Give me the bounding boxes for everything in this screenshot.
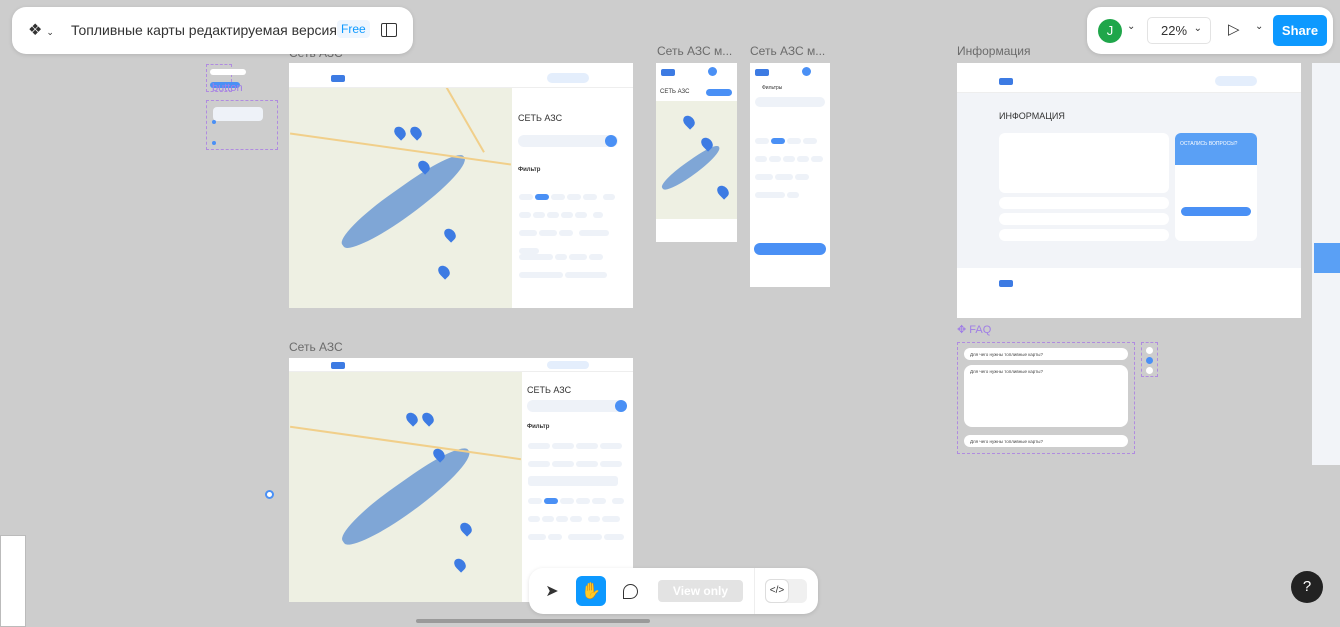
- chevron-down-icon[interactable]: ⌄: [1255, 21, 1263, 32]
- faq-label: FAQ: [969, 324, 992, 336]
- view-only-button: View only: [658, 580, 743, 602]
- frame-desktop-2[interactable]: СЕТЬ АЗС Фильтр: [289, 358, 633, 602]
- page-heading: СЕТЬ АЗС: [527, 385, 572, 395]
- share-toolbar: J ⌄ 22% ⌄ ▷ ⌄ Share: [1087, 7, 1333, 54]
- faq-item-expanded[interactable]: Для чего нужны топливные карты?: [964, 365, 1128, 427]
- user-avatar[interactable]: J: [1098, 19, 1122, 43]
- move-tool-cursor-icon[interactable]: ➤: [537, 576, 567, 606]
- component-button-label: button: [212, 82, 243, 94]
- page-heading: СЕТЬ АЗС: [660, 89, 690, 95]
- frame-mobile-2[interactable]: Фильтры: [750, 63, 830, 287]
- help-button[interactable]: ?: [1291, 571, 1323, 603]
- file-title[interactable]: Топливные карты редактируемая версия: [71, 22, 337, 38]
- zoom-value: 22%: [1161, 23, 1188, 38]
- filter-title: Фильтр: [518, 167, 541, 173]
- frame-partial[interactable]: [1312, 63, 1340, 465]
- frame-mobile-1[interactable]: СЕТЬ АЗС: [656, 63, 737, 242]
- dev-mode-toggle[interactable]: </>: [765, 579, 807, 603]
- comment-pin-icon[interactable]: [265, 490, 274, 499]
- horizontal-scrollbar[interactable]: [416, 619, 650, 623]
- canvas-object[interactable]: [0, 535, 26, 627]
- faq-variant-set[interactable]: [1141, 342, 1158, 377]
- bottom-toolbar: ➤ ✋ View only </>: [529, 568, 818, 614]
- comment-tool-icon[interactable]: [615, 576, 645, 606]
- component-tooltip[interactable]: [206, 100, 278, 150]
- frame-info[interactable]: ИНФОРМАЦИЯ ОСТАЛИСЬ ВОПРОСЫ?: [957, 63, 1301, 318]
- frame-desktop-1[interactable]: СЕТЬ АЗС Фильтр: [289, 63, 633, 308]
- faq-item[interactable]: Для чего нужны топливные карты?: [964, 435, 1128, 447]
- zoom-dropdown[interactable]: 22% ⌄: [1147, 17, 1211, 44]
- frame-label-info: Информация: [957, 44, 1031, 58]
- sidebar-toggle-icon[interactable]: [381, 23, 397, 37]
- filter-title: Фильтр: [527, 424, 550, 430]
- faq-component-label: ✥ FAQ: [957, 324, 992, 336]
- frame-label-mobile-2: Сеть АЗС м...: [750, 44, 826, 58]
- page-heading: СЕТЬ АЗС: [518, 113, 563, 123]
- code-icon: </>: [765, 579, 789, 603]
- file-toolbar: ❖ ⌄ Топливные карты редактируемая версия …: [12, 7, 413, 54]
- share-button[interactable]: Share: [1273, 15, 1327, 46]
- page-heading: ИНФОРМАЦИЯ: [999, 111, 1065, 121]
- present-icon[interactable]: ▷: [1228, 20, 1240, 38]
- filters-heading: Фильтры: [762, 85, 783, 91]
- hand-tool-icon[interactable]: ✋: [576, 576, 606, 606]
- chevron-down-icon[interactable]: ⌄: [1127, 21, 1135, 32]
- plan-badge: Free: [337, 20, 370, 38]
- faq-component[interactable]: Для чего нужны топливные карты? Для чего…: [957, 342, 1135, 454]
- frame-label-mobile-1: Сеть АЗС м...: [657, 44, 733, 58]
- figma-menu-icon[interactable]: ❖ ⌄: [28, 20, 54, 40]
- cta-heading: ОСТАЛИСЬ ВОПРОСЫ?: [1180, 141, 1238, 147]
- faq-item[interactable]: Для чего нужны топливные карты?: [964, 348, 1128, 360]
- frame-label-desktop-2: Сеть АЗС: [289, 340, 343, 354]
